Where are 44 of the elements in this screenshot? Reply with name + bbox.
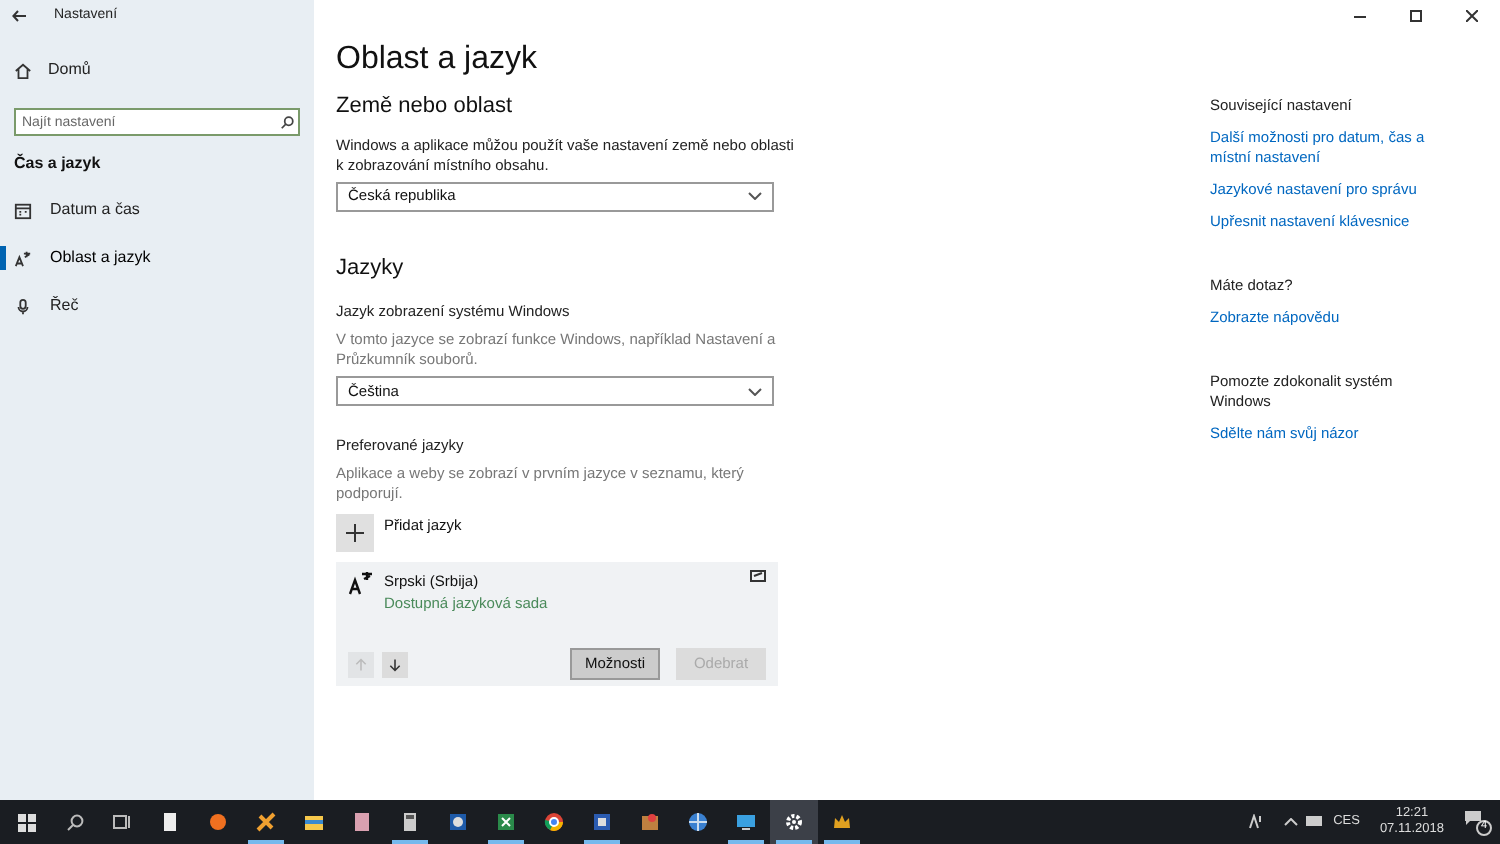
settings-icon [784,812,804,832]
search-icon [66,813,84,831]
sidebar-item[interactable]: Řeč [0,292,314,320]
page-title: Oblast a jazyk [336,40,539,80]
microphone-icon [14,297,32,315]
folder-icon [304,812,324,832]
add-language-button[interactable] [336,513,374,551]
document-icon [160,812,180,832]
search-icon [280,115,294,129]
calendar-icon [14,201,32,219]
arrow-down-icon [388,657,402,671]
task-view-icon [112,814,132,830]
language-icon [14,249,32,267]
tool-icon [256,812,276,832]
calculator-icon [400,812,420,832]
spreadsheet-icon [496,812,516,832]
move-down-button[interactable] [382,651,408,677]
chevron-down-icon [748,387,762,396]
chevron-up-icon[interactable] [1283,818,1298,826]
plus-icon [346,523,364,541]
notepad-icon [352,812,372,832]
chevron-down-icon [748,192,762,200]
paint-icon [640,812,660,832]
language-glyph-icon [348,569,374,595]
home-link[interactable]: Domů [48,58,91,82]
globe-icon [688,812,708,832]
monitor-icon [736,812,756,832]
document-app-icon [592,812,612,832]
sidebar-item[interactable]: Oblast a jazyk [0,244,314,272]
circle-app-icon [448,812,468,832]
close-icon [1466,10,1478,22]
browser-icon [544,812,564,832]
taskbar-app-button[interactable] [770,800,818,844]
sidebar-item[interactable]: Datum a čas [0,196,314,224]
windows-logo-icon [17,813,35,831]
network-icon[interactable] [1305,816,1322,828]
crown-icon [832,812,852,832]
arrow-up-icon [354,657,368,671]
section-heading: Země nebo oblast [336,92,515,122]
section-heading: Čas a jazyk [12,152,103,176]
keyboard-icon [750,569,766,581]
home-icon [14,61,32,79]
section-heading: Jazyky [336,253,406,283]
back-button[interactable] [12,10,26,22]
